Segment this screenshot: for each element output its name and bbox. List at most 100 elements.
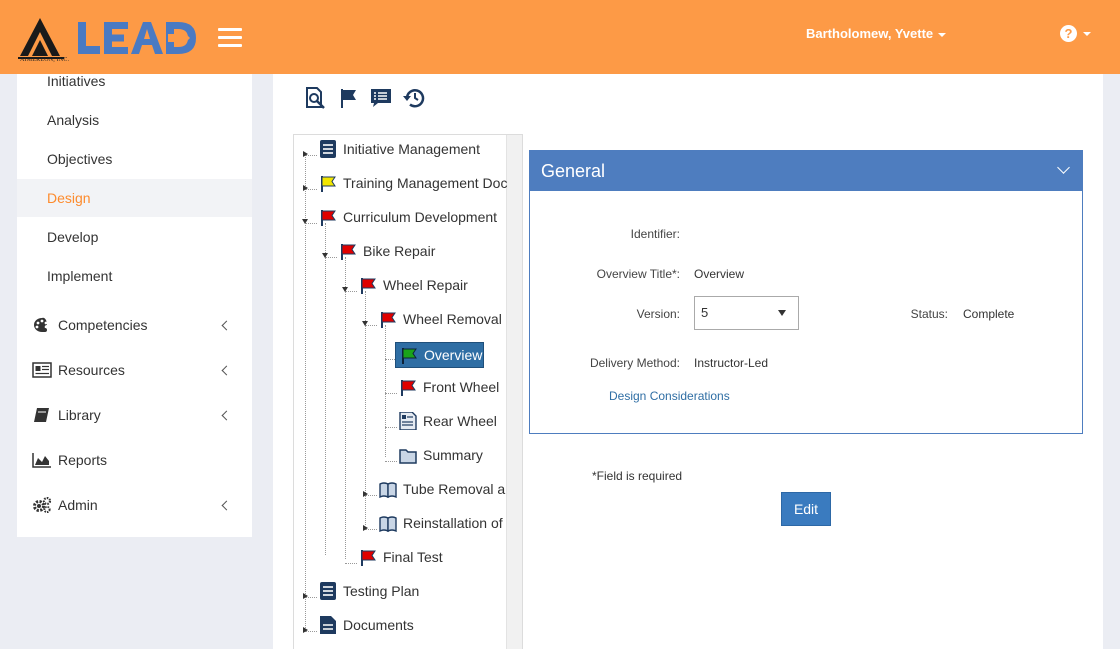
dropdown-arrow-icon	[778, 310, 786, 316]
history-icon[interactable]	[402, 86, 426, 110]
tree-node-label: Training Management Doc	[343, 175, 508, 191]
general-panel: General Identifier: Overview Title*: Ove…	[529, 150, 1083, 434]
user-menu[interactable]: Bartholomew, Yvette	[806, 26, 947, 41]
general-panel-header[interactable]: General	[530, 151, 1082, 191]
sidebar-label: Library	[58, 407, 101, 423]
design-considerations-link[interactable]: Design Considerations	[609, 389, 730, 403]
tree-node-overview[interactable]: Overview	[395, 342, 484, 368]
tree-connector	[365, 291, 366, 525]
document-icon	[320, 616, 336, 634]
collapse-toggle-icon[interactable]	[302, 219, 308, 224]
status-label: Status:	[910, 307, 948, 321]
main-panel: Initiative Management Training Managemen…	[273, 74, 1103, 649]
tree-node-label: Curriculum Development	[343, 209, 498, 225]
expand-toggle-icon[interactable]	[303, 151, 308, 157]
tree-node-label: Wheel Repair	[383, 277, 468, 293]
tree-connector	[305, 155, 306, 630]
lead-logo[interactable]: AIMEREON, INC.	[18, 14, 203, 66]
sidebar-item-admin[interactable]: Admin	[17, 485, 252, 525]
comment-list-icon[interactable]	[369, 86, 393, 110]
collapse-toggle-icon[interactable]	[342, 287, 348, 292]
chevron-left-icon	[221, 410, 232, 421]
chevron-left-icon	[221, 320, 232, 331]
sidebar-label: Reports	[58, 452, 108, 468]
tree-scrollbar[interactable]	[506, 135, 522, 649]
sidebar: Initiatives Analysis Objectives Design D…	[17, 73, 252, 537]
user-name: Bartholomew, Yvette	[806, 26, 934, 41]
sidebar-item-analysis[interactable]: Analysis	[17, 101, 252, 139]
collapse-toggle-icon[interactable]	[362, 321, 368, 326]
tree-connector	[385, 427, 397, 428]
red-flag-icon	[361, 278, 376, 294]
delivery-method-value: Instructor-Led	[694, 356, 769, 370]
tree-node-label: Front Wheel	[423, 379, 500, 395]
version-label: Version:	[636, 307, 680, 321]
content-tree: Initiative Management Training Managemen…	[293, 134, 523, 649]
search-document-icon[interactable]	[303, 86, 327, 110]
tree-node-label: Reinstallation of	[403, 515, 503, 531]
sidebar-item-implement[interactable]: Implement	[17, 257, 252, 295]
help-icon: ?	[1060, 25, 1077, 42]
chevron-left-icon	[221, 365, 232, 376]
expand-toggle-icon[interactable]	[363, 525, 368, 531]
tree-node-label: Bike Repair	[363, 243, 436, 259]
version-select[interactable]: 5	[694, 296, 799, 330]
sidebar-item-reports[interactable]: Reports	[17, 440, 252, 480]
sidebar-label: Admin	[58, 497, 98, 513]
chevron-left-icon	[221, 500, 232, 511]
book-icon	[34, 408, 49, 422]
tree-node-label: Overview	[424, 347, 483, 363]
tree-node-label: Rear Wheel	[423, 413, 497, 429]
tree-node-label: Summary	[423, 447, 483, 463]
expand-toggle-icon[interactable]	[303, 185, 308, 191]
expand-toggle-icon[interactable]	[303, 627, 308, 633]
form-document-icon	[399, 412, 417, 430]
chevron-down-icon[interactable]	[1057, 161, 1070, 174]
palette-icon	[34, 317, 48, 332]
tree-connector	[385, 325, 386, 457]
tree-connector	[385, 393, 397, 394]
tree-connector	[385, 461, 397, 462]
sidebar-item-resources[interactable]: Resources	[17, 350, 252, 390]
open-book-icon	[379, 482, 397, 498]
edit-button[interactable]: Edit	[781, 492, 831, 526]
tree-node-label: Testing Plan	[343, 583, 420, 599]
sidebar-item-objectives[interactable]: Objectives	[17, 140, 252, 178]
red-flag-icon	[381, 312, 396, 328]
overview-title-value: Overview	[694, 267, 745, 281]
expand-toggle-icon[interactable]	[363, 491, 368, 497]
tree-connector	[345, 563, 357, 564]
menu-toggle-icon[interactable]	[218, 28, 242, 48]
sidebar-item-develop[interactable]: Develop	[17, 218, 252, 256]
red-flag-icon	[341, 244, 356, 260]
red-flag-icon	[361, 550, 376, 566]
green-flag-icon	[402, 348, 417, 364]
tree-node-label: Wheel Removal	[403, 311, 502, 327]
document-list-icon	[320, 140, 336, 158]
sidebar-item-design[interactable]: Design	[17, 179, 252, 217]
tree-connector	[345, 257, 346, 559]
tree-node-label: Tube Removal a	[403, 481, 506, 497]
document-list-icon	[320, 582, 336, 600]
help-menu[interactable]: ?	[1060, 25, 1091, 43]
required-field-note: *Field is required	[592, 469, 683, 483]
tree-connector	[385, 359, 395, 360]
flag-icon[interactable]	[337, 86, 361, 110]
sidebar-item-competencies[interactable]: Competencies	[17, 305, 252, 345]
version-selected-value: 5	[701, 305, 709, 320]
red-flag-icon	[401, 380, 416, 396]
sidebar-item-library[interactable]: Library	[17, 395, 252, 435]
tree-node-label: Final Test	[383, 549, 443, 565]
overview-title-label: Overview Title*:	[596, 267, 680, 281]
area-chart-icon	[32, 453, 51, 468]
delivery-method-label: Delivery Method:	[589, 356, 680, 370]
newspaper-icon	[32, 362, 52, 378]
tree-connector	[325, 223, 326, 555]
yellow-flag-icon	[321, 176, 336, 192]
status-value: Complete	[963, 307, 1015, 321]
sidebar-item-initiatives[interactable]: Initiatives	[17, 62, 252, 100]
tree-node-label: Documents	[343, 617, 414, 633]
collapse-toggle-icon[interactable]	[322, 253, 328, 258]
sidebar-label: Competencies	[58, 317, 148, 333]
expand-toggle-icon[interactable]	[303, 593, 308, 599]
